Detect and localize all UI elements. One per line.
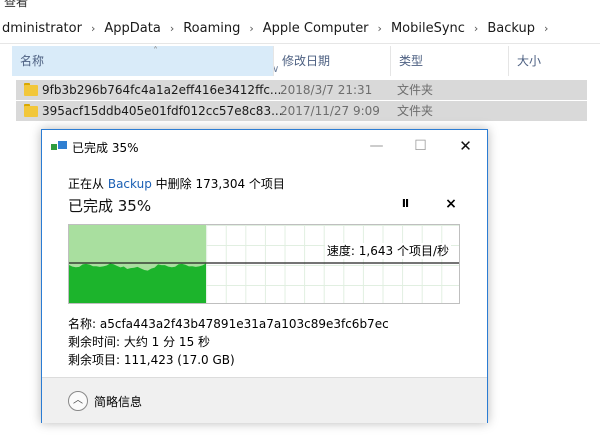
dialog-title: 已完成 35% <box>72 141 139 155</box>
column-header-size-label: 大小 <box>517 54 542 68</box>
file-modified-date: 2017/11/27 9:09 <box>280 104 380 118</box>
minimize-button[interactable]: — <box>354 130 399 161</box>
breadcrumb-mobilesync[interactable]: MobileSync <box>389 21 467 36</box>
column-header-date-label: 修改日期 <box>282 54 331 68</box>
breadcrumb-chevron-icon[interactable]: › <box>84 22 102 35</box>
progress-headline: 已完成 35% <box>68 197 152 215</box>
file-modified-date: 2018/3/7 21:31 <box>280 83 373 97</box>
operation-status: 正在从 Backup 中删除 173,304 个项目 <box>68 175 285 192</box>
progress-graph-canvas <box>69 225 459 303</box>
breadcrumb-appdata[interactable]: AppData <box>102 21 162 36</box>
column-header-date[interactable]: 修改日期 <box>273 46 390 76</box>
file-type: 文件夹 <box>397 104 434 118</box>
breadcrumb-chevron-icon[interactable]: › <box>242 22 260 35</box>
file-type: 文件夹 <box>397 83 434 97</box>
breadcrumb-chevron-icon[interactable]: › <box>537 22 555 35</box>
chevron-up-icon[interactable]: ︿ <box>68 391 88 411</box>
delete-progress-dialog: 已完成 35% — ☐ ✕ 正在从 Backup 中删除 173,304 个项目… <box>41 129 488 423</box>
file-name: 9fb3b296b764fc4a1a2eff416e3412ffc... <box>42 83 282 97</box>
items-remaining: 剩余项目: 111,423 (17.0 GB) <box>68 353 235 367</box>
breadcrumb-chevron-icon[interactable]: › <box>163 22 181 35</box>
fewer-details-link[interactable]: 简略信息 <box>94 393 142 410</box>
breadcrumb-roaming[interactable]: Roaming <box>181 21 242 36</box>
view-menu-strip[interactable]: 查看 <box>0 0 600 14</box>
folder-icon <box>24 83 38 97</box>
dialog-footer: ︿ 简略信息 <box>42 377 487 423</box>
folder-icon <box>24 104 38 118</box>
address-bar[interactable]: dministrator › AppData › Roaming › Apple… <box>0 14 600 44</box>
time-remaining: 剩余时间: 大约 1 分 15 秒 <box>68 335 211 349</box>
column-header-bar: 名称 ˄ ∨ 修改日期 类型 大小 <box>0 46 600 76</box>
file-row[interactable]: 9fb3b296b764fc4a1a2eff416e3412ffc... 201… <box>16 80 587 100</box>
pause-button[interactable]: II <box>396 195 414 213</box>
sort-ascending-icon: ˄ <box>153 46 158 57</box>
progress-graph: 速度: 1,643 个项目/秒 <box>68 224 460 304</box>
throughput-area <box>69 263 206 303</box>
breadcrumb-apple-computer[interactable]: Apple Computer <box>261 21 371 36</box>
column-header-type[interactable]: 类型 <box>390 46 508 76</box>
column-header-size[interactable]: 大小 <box>508 46 600 76</box>
status-suffix: 中删除 173,304 个项目 <box>155 177 285 191</box>
breadcrumb-backup[interactable]: Backup <box>485 21 537 36</box>
column-header-name-label: 名称 <box>20 54 45 68</box>
breadcrumb-chevron-icon[interactable]: › <box>467 22 485 35</box>
speed-readout: 速度: 1,643 个项目/秒 <box>324 243 451 259</box>
source-folder-link[interactable]: Backup <box>108 177 152 191</box>
column-header-type-label: 类型 <box>399 54 424 68</box>
dialog-titlebar[interactable]: 已完成 35% — ☐ ✕ <box>42 130 487 161</box>
current-item-name: 名称: a5cfa443a2f43b47891e31a7a103c89e3fc6… <box>68 317 389 331</box>
cancel-button[interactable]: × <box>442 195 460 213</box>
file-name: 395acf15ddb405e01fdf012cc57e8c83... <box>42 104 283 118</box>
breadcrumb-administrator[interactable]: dministrator <box>0 21 84 36</box>
close-button[interactable]: ✕ <box>443 130 488 161</box>
status-prefix: 正在从 <box>68 177 105 191</box>
breadcrumb-chevron-icon[interactable]: › <box>371 22 389 35</box>
file-row[interactable]: 395acf15ddb405e01fdf012cc57e8c83... 2017… <box>16 101 587 121</box>
file-operation-icon <box>51 141 67 152</box>
view-menu-label: 查看 <box>4 0 29 9</box>
column-header-name[interactable]: 名称 ˄ ∨ <box>12 46 279 76</box>
maximize-button[interactable]: ☐ <box>398 130 443 161</box>
